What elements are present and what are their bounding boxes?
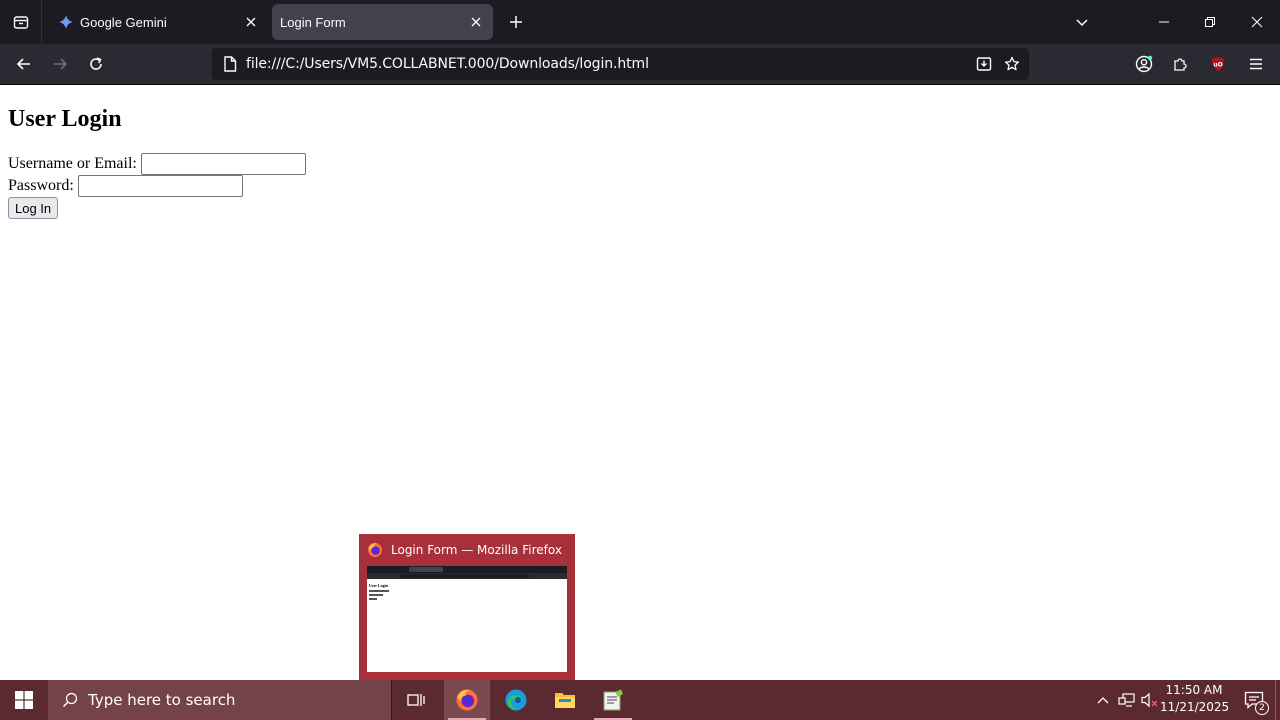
preview-thumbnail[interactable]: User Login [367,566,567,672]
thumb-urlbar [401,574,529,578]
taskbar-notepad-plus[interactable] [590,680,636,720]
start-button[interactable] [0,680,48,720]
volume-tray-button[interactable] [1140,690,1160,710]
taskbar-search-box[interactable]: Type here to search [48,680,392,720]
task-view-icon [407,694,425,706]
preview-title: Login Form — Mozilla Firefox [391,543,562,557]
taskbar-window-preview[interactable]: Login Form — Mozilla Firefox User Login [359,534,575,680]
restore-icon [1205,17,1215,27]
browser-tab-strip: Google Gemini Login Form [0,0,1280,44]
navigation-toolbar: file:///C:/Users/VM5.COLLABNET.000/Downl… [0,44,1280,85]
taskbar-firefox[interactable] [444,680,490,720]
thumb-tab [409,567,443,572]
tab-title: Google Gemini [80,14,167,30]
minimize-button[interactable] [1141,0,1187,44]
close-icon [1251,16,1263,28]
firefox-view-icon [13,16,28,29]
clock-time: 11:50 AM [1165,683,1223,697]
firefox-icon [456,689,478,711]
bookmark-button[interactable] [1000,52,1024,76]
taskbar-edge[interactable] [493,680,539,720]
network-icon [1118,693,1135,707]
url-text[interactable]: file:///C:/Users/VM5.COLLABNET.000/Downl… [246,56,649,72]
password-row: Password: [8,175,243,197]
forward-button[interactable] [45,49,75,79]
clock-date: 11/21/2025 [1160,700,1230,714]
page-heading: User Login [8,106,122,132]
action-center-button[interactable]: 2 [1234,680,1274,720]
show-desktop-button[interactable] [1275,680,1280,720]
svg-text:uO: uO [1213,62,1222,69]
extensions-button[interactable] [1165,49,1195,79]
firefox-view-button[interactable] [0,0,42,44]
arrow-left-icon [16,58,30,70]
thumb-tabstrip [367,566,567,573]
password-input[interactable] [77,175,243,197]
notepad-plus-icon [603,689,623,711]
puzzle-icon [1174,58,1187,71]
username-input[interactable] [140,153,306,175]
list-all-tabs-button[interactable] [1059,0,1105,44]
firefox-icon [368,543,382,557]
account-icon [1135,55,1153,73]
task-view-button[interactable] [393,680,439,720]
star-icon [1004,56,1020,71]
hamburger-menu-icon [1250,58,1262,70]
page-content: User Login Username or Email: Password: … [0,86,1280,680]
plus-icon [510,16,522,28]
save-to-pocket-button[interactable] [972,52,996,76]
search-icon [60,690,80,710]
tab-title: Login Form [280,14,346,30]
thumb-line [369,598,377,600]
ublock-origin-button[interactable]: uO [1203,49,1233,79]
preview-header: Login Form — Mozilla Firefox [367,542,562,558]
gemini-icon [58,14,74,30]
edge-icon [505,689,527,711]
notification-count-badge: 2 [1255,701,1269,715]
close-window-button[interactable] [1234,0,1280,44]
tab-google-gemini[interactable]: Google Gemini [46,4,268,40]
download-page-icon [976,57,992,71]
taskbar-file-explorer[interactable] [542,680,588,720]
password-label: Password: [8,177,74,194]
username-row: Username or Email: [8,153,306,175]
network-tray-button[interactable] [1117,690,1137,710]
page-file-icon [222,56,238,72]
restore-button[interactable] [1187,0,1233,44]
back-button[interactable] [9,49,39,79]
system-clock[interactable]: 11:50 AM 11/21/2025 [1160,682,1230,718]
app-menu-button[interactable] [1241,49,1271,79]
minimize-icon [1159,21,1169,23]
reload-icon [90,57,102,70]
reload-button[interactable] [81,49,111,79]
thumb-line [369,594,383,596]
search-placeholder: Type here to search [88,691,236,709]
windows-taskbar: Type here to search 11:50 AM 11/21/2025 … [0,680,1280,720]
tab-login-form[interactable]: Login Form [272,4,493,40]
arrow-right-icon [54,58,68,70]
close-tab-icon[interactable] [240,11,262,33]
volume-muted-icon [1141,692,1158,708]
folder-icon [555,693,575,708]
ublock-shield-icon: uO [1212,57,1224,71]
thumb-heading: User Login [369,583,388,588]
chevron-up-icon [1097,697,1109,704]
chevron-down-icon [1076,19,1088,27]
windows-logo-icon [15,691,33,709]
new-tab-button[interactable] [502,8,530,36]
show-hidden-icons-button[interactable] [1093,690,1113,710]
thumb-line [369,590,389,592]
login-button[interactable]: Log In [8,197,59,219]
username-label: Username or Email: [8,155,137,172]
close-tab-icon[interactable] [465,11,487,33]
account-button[interactable] [1129,49,1159,79]
address-bar[interactable]: file:///C:/Users/VM5.COLLABNET.000/Downl… [212,48,1029,80]
